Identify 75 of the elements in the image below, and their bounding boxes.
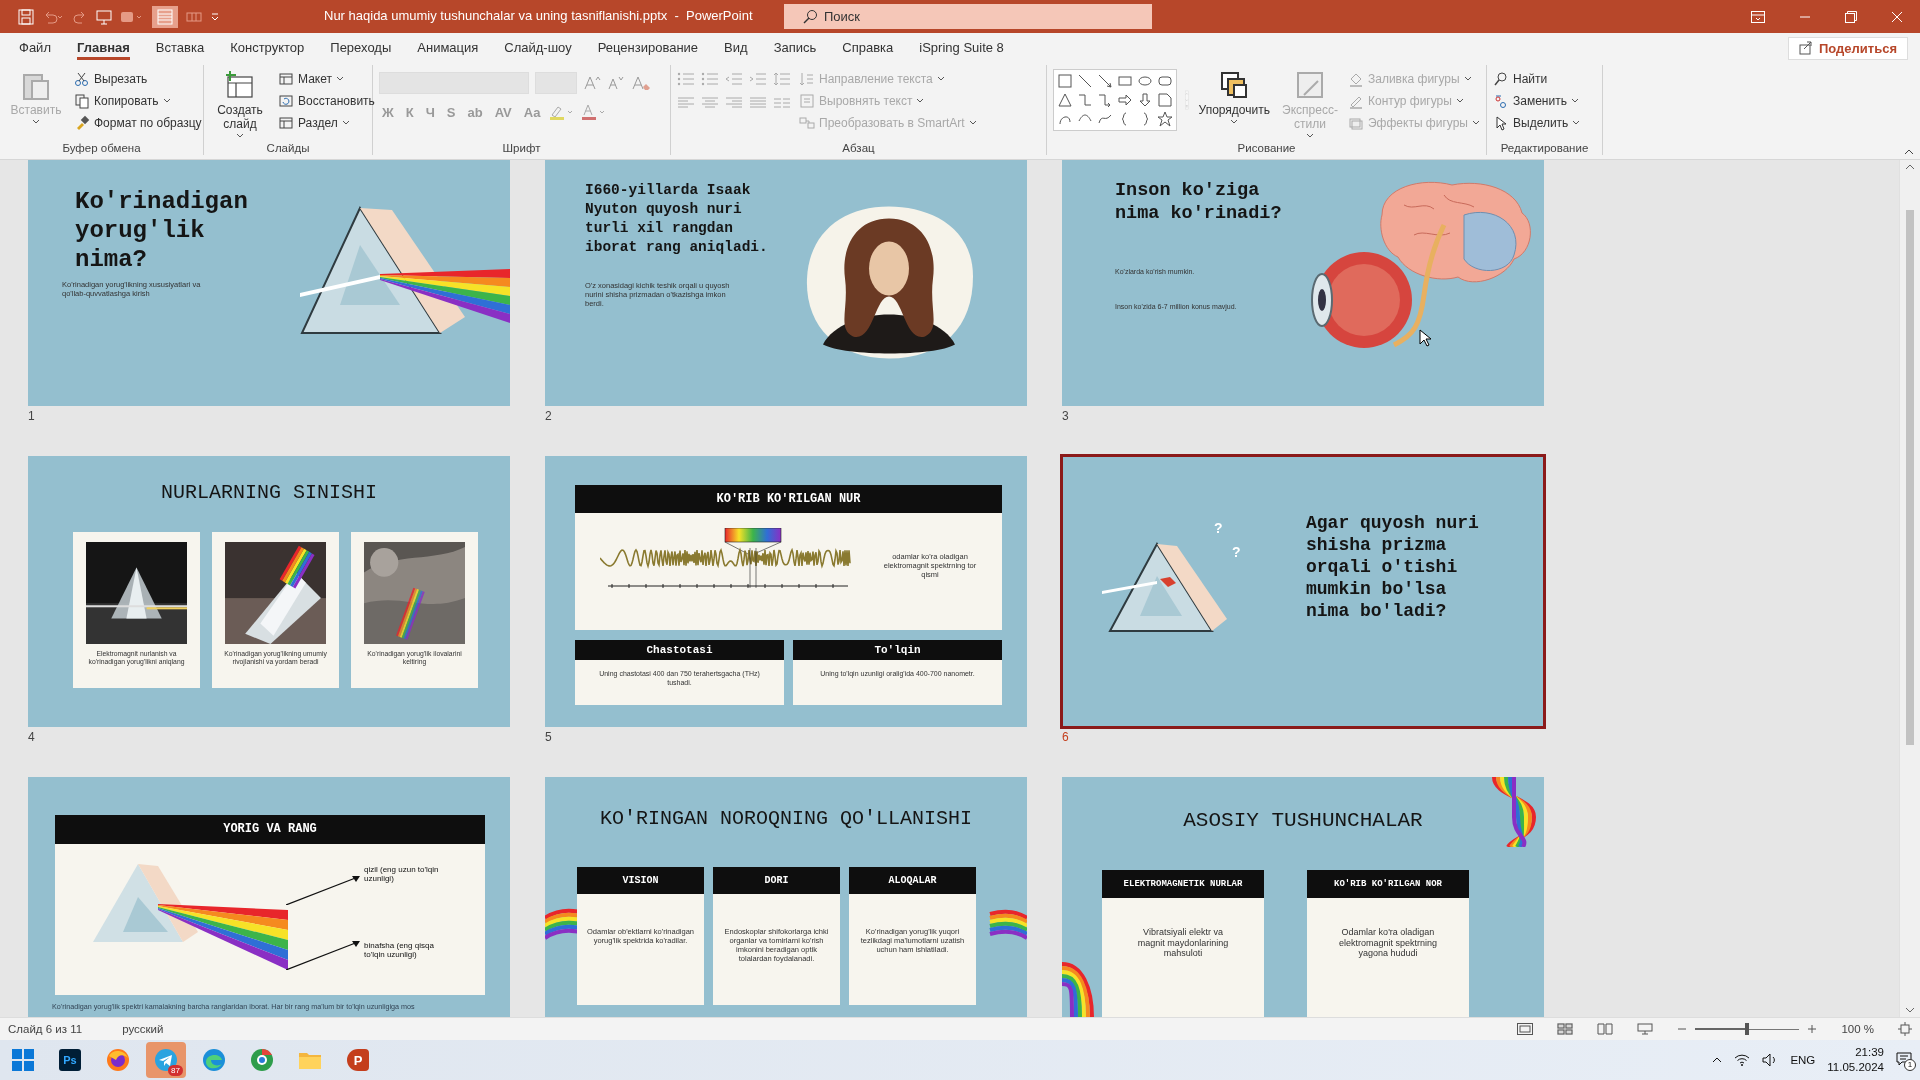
menu-tab[interactable]: Вставка [142, 33, 218, 63]
window-title: Nur haqida umumiy tushunchalar va uning tasniflanishi.pptx - PowerPoint [324, 8, 753, 23]
menu-tab[interactable]: Запись [760, 33, 830, 63]
ribbon-button[interactable]: Восстановить [278, 91, 375, 110]
slide-thumbnail[interactable]: ASOSIY TUSHUNCHALAR ELEKTROMAGNETIK NURLAR Vibratsiyali elektr va magnit maydonlarining mahsuloti KO'RIB KO'RILGAN NOR Odamlar ko'ra oladigan elektromagnit spektrning yagona hududi [1062, 777, 1544, 1017]
clock-time[interactable]: 21:39 [1827, 1045, 1884, 1060]
powerpoint-icon[interactable]: P [347, 1049, 369, 1071]
panel-text: Vibratsiyali elektr va magnit maydonlarining mahsuloti [1136, 927, 1230, 959]
ribbon-button[interactable]: Найти [1493, 69, 1581, 88]
menu-tab[interactable]: Конструктор [217, 33, 318, 63]
slide-header-bar: KO'RIB KO'RILGAN NUR [575, 485, 1002, 513]
menu-tab[interactable]: Слайд-шоу [491, 33, 585, 63]
slide-title: NURLARNING SINISHI [159, 481, 378, 504]
keyboard-language[interactable]: ENG [1790, 1054, 1816, 1066]
menu-tab[interactable]: Файл [6, 33, 64, 63]
slide-title: I660-yillarda Isaak Nyuton quyosh nuri turli xil rangdan iborat rang aniqladi. [585, 181, 769, 257]
ribbon-button[interactable]: Выделить [1493, 113, 1581, 132]
ribbon-button[interactable]: Копировать [74, 91, 202, 110]
panel-heading: To'lqin [793, 640, 1002, 660]
share-button[interactable]: Поделиться [1787, 36, 1908, 60]
slide-number: 4 [28, 730, 36, 746]
ribbon-group-label: Буфер обмена [61, 141, 142, 155]
panel-heading: Chastotasi [575, 640, 784, 660]
menu-tab[interactable]: iSpring Suite 8 [906, 33, 1017, 63]
menu-tab[interactable]: Переходы [317, 33, 405, 63]
ribbon-button[interactable]: Формат по образцу [74, 113, 202, 132]
slide-title: Ko'rinadigan yorug'lik nima? [75, 187, 249, 274]
photoshop-icon[interactable]: Ps [59, 1049, 81, 1071]
panel-heading: ALOQALAR [849, 867, 976, 894]
panel-heading: ELEKTROMAGNETIK NURLAR [1102, 870, 1264, 898]
ribbon-button[interactable]: Вырезать [74, 69, 202, 88]
spectrum-label: qizil (eng uzun to'lqin uzunligi) [364, 865, 439, 883]
slide-title: Inson ko'ziga nima ko'rinadi? [1115, 179, 1283, 225]
ribbon-button[interactable]: Заменить [1493, 91, 1581, 110]
slide-counter: Слайд 6 из 11 [8, 1023, 83, 1035]
menu-tab[interactable]: Рецензирование [584, 33, 712, 63]
slide-number: 5 [545, 730, 553, 746]
question-mark: ? [1214, 520, 1224, 536]
question-mark: ? [1232, 544, 1242, 560]
menu-tab[interactable]: Вид [711, 33, 761, 63]
panel-heading: VISION [577, 867, 704, 894]
menu-tab[interactable]: Справка [829, 33, 907, 63]
unread-badge: 87 [168, 1065, 183, 1076]
menu-tab[interactable]: Главная [63, 33, 143, 63]
slide-header-bar: YORIG VA RANG [55, 815, 485, 844]
menu-tab[interactable]: Анимация [404, 33, 492, 63]
ribbon-button[interactable]: Создать слайд [210, 69, 270, 138]
slide-question: Agar quyosh nuri shisha prizma orqali o'tishi mumkin bo'lsa nima bo'ladi? [1306, 512, 1480, 622]
taskbar-button[interactable]: Ps [50, 1042, 90, 1078]
slide-title: ASOSIY TUSHUNCHALAR [1182, 809, 1424, 832]
ribbon-group-label: Абзац [841, 141, 876, 155]
panel-heading: KO'RIB KO'RILGAN NOR [1307, 870, 1469, 898]
slide-title: KO'RINGAN NOROQNING QO'LLANISHI [598, 807, 974, 830]
panel-heading: DORI [713, 867, 840, 894]
language-indicator[interactable]: русский [122, 1023, 164, 1035]
slide-thumbnail[interactable]: ? ? Agar quyosh nuri shisha prizma orqali o'tishi mumkin bo'lsa nima bo'ladi? [1062, 456, 1544, 727]
notification-count: 1 [1904, 1059, 1916, 1071]
ribbon-group-label: Слайды [265, 141, 311, 155]
ribbon-group-label: Редактирование [1499, 141, 1590, 155]
spectrum-label: binafsha (eng qisqa to'lqin uzunligi) [364, 941, 435, 959]
slide-number: 1 [28, 409, 36, 425]
zoom-level[interactable]: 100 % [1841, 1023, 1874, 1035]
ribbon-button[interactable]: Раздел [278, 113, 375, 132]
ribbon-button[interactable]: Упорядочить [1196, 69, 1272, 124]
ribbon-button[interactable]: Макет [278, 69, 375, 88]
ribbon-group-label: Шрифт [501, 141, 542, 155]
slide-number: 2 [545, 409, 553, 425]
panel-text: Odamlar ko'ra oladigan elektromagnit spektrning yagona hududi [1337, 927, 1439, 959]
taskbar-button[interactable]: P [338, 1042, 378, 1078]
taskbar-button[interactable]: 87 [146, 1042, 186, 1078]
clock-date[interactable]: 11.05.2024 [1827, 1060, 1884, 1075]
search-field[interactable]: Поиск [784, 4, 1152, 29]
slide-number: 6 [1062, 730, 1070, 746]
ribbon-group-label: Рисование [1236, 141, 1297, 155]
slide-number: 3 [1062, 409, 1070, 425]
